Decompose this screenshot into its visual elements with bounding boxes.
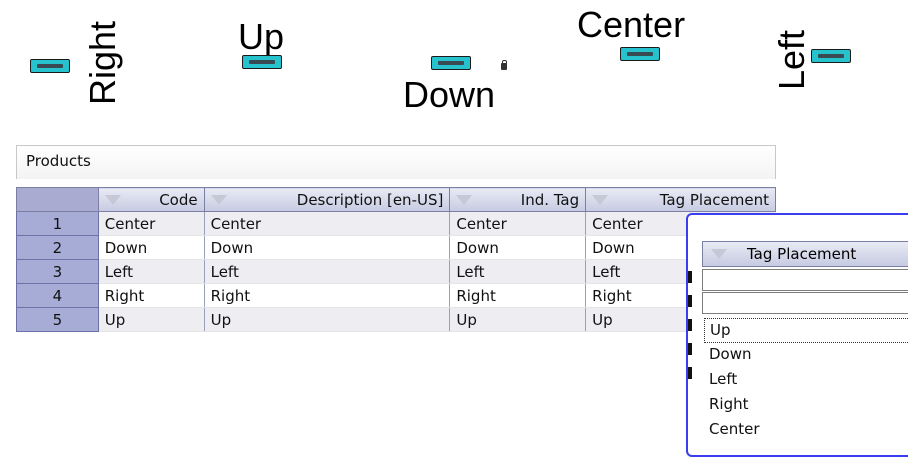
lock-icon xyxy=(501,60,507,70)
tag-placement-dropdown-popup[interactable]: Tag Placement Up Down Left Right Center xyxy=(686,213,908,457)
cell-ind-tag[interactable]: Up xyxy=(449,307,586,332)
column-header-label: Description [en-US] xyxy=(296,190,444,209)
tag-label-left: Left xyxy=(771,29,812,90)
cell-description[interactable]: Center xyxy=(203,211,450,236)
row-number[interactable]: 4 xyxy=(16,283,99,308)
column-header-tag-placement[interactable]: Tag Placement xyxy=(585,187,776,212)
table-row[interactable]: 3 Left Left Left Left xyxy=(16,259,776,284)
cell-code[interactable]: Right xyxy=(97,283,205,308)
cell-code[interactable]: Center xyxy=(97,211,205,236)
cell-code[interactable]: Down xyxy=(97,235,205,260)
cell-ind-tag[interactable]: Down xyxy=(449,235,586,260)
products-title: Products xyxy=(16,145,776,179)
dropdown-option[interactable]: Right xyxy=(704,393,908,418)
filter-icon[interactable] xyxy=(456,194,473,205)
products-table: Code Description [en-US] Ind. Tag Tag Pl… xyxy=(16,187,776,332)
products-panel: Products Code Description [en-US] Ind. T… xyxy=(16,145,776,343)
table-row[interactable]: 1 Center Center Center Center xyxy=(16,211,776,236)
popup-header-label: Tag Placement xyxy=(747,245,857,263)
table-row[interactable]: 2 Down Down Down Down xyxy=(16,235,776,260)
row-number[interactable]: 3 xyxy=(16,259,99,284)
dropdown-option-list[interactable]: Up Down Left Right Center xyxy=(704,318,908,443)
dropdown-option[interactable]: Up xyxy=(704,318,908,343)
dropdown-option[interactable]: Left xyxy=(704,368,908,393)
tag-label-down: Down xyxy=(403,74,496,115)
tag-label-center: Center xyxy=(577,4,686,45)
column-header-label: Code xyxy=(159,190,198,209)
tag-placement-combo[interactable] xyxy=(702,292,908,314)
filter-icon[interactable] xyxy=(210,194,227,205)
row-edge-marker xyxy=(688,271,692,283)
filter-icon[interactable] xyxy=(592,194,609,205)
table-row[interactable]: 4 Right Right Right Right xyxy=(16,283,776,308)
tag-marker-right xyxy=(30,59,70,73)
row-edge-marker xyxy=(688,319,692,331)
tag-marker-center xyxy=(620,47,660,61)
cell-description[interactable]: Up xyxy=(203,307,450,332)
cell-ind-tag[interactable]: Right xyxy=(449,283,586,308)
row-number[interactable]: 1 xyxy=(16,211,99,236)
table-header-row: Code Description [en-US] Ind. Tag Tag Pl… xyxy=(16,187,776,212)
tag-placement-combo[interactable] xyxy=(702,269,908,291)
cell-ind-tag[interactable]: Left xyxy=(449,259,586,284)
row-number[interactable]: 2 xyxy=(16,235,99,260)
popup-column-header[interactable]: Tag Placement xyxy=(702,241,908,267)
tag-marker-left xyxy=(811,49,851,63)
cell-description[interactable]: Down xyxy=(203,235,450,260)
cell-code[interactable]: Left xyxy=(97,259,205,284)
tag-label-up: Up xyxy=(238,16,285,57)
filter-icon[interactable] xyxy=(711,249,727,259)
tag-label-right: Right xyxy=(82,20,123,105)
filter-icon[interactable] xyxy=(104,194,121,205)
column-header-ind-tag[interactable]: Ind. Tag xyxy=(449,187,587,212)
cell-description[interactable]: Right xyxy=(203,283,450,308)
column-header-description[interactable]: Description [en-US] xyxy=(203,187,451,212)
cell-description[interactable]: Left xyxy=(203,259,450,284)
dropdown-option[interactable]: Down xyxy=(704,343,908,368)
tag-marker-up xyxy=(242,55,282,69)
tag-marker-down xyxy=(431,56,471,70)
cell-ind-tag[interactable]: Center xyxy=(449,211,586,236)
row-edge-marker xyxy=(688,343,692,355)
row-number[interactable]: 5 xyxy=(16,307,99,332)
cell-code[interactable]: Up xyxy=(97,307,205,332)
dropdown-option[interactable]: Center xyxy=(704,418,908,443)
column-header-code[interactable]: Code xyxy=(97,187,205,212)
table-row[interactable]: 5 Up Up Up Up xyxy=(16,307,776,332)
row-edge-marker xyxy=(688,295,692,307)
row-edge-marker xyxy=(688,367,692,379)
column-header-label: Ind. Tag xyxy=(520,190,580,209)
select-all-corner[interactable] xyxy=(16,187,99,212)
column-header-label: Tag Placement xyxy=(659,190,769,209)
